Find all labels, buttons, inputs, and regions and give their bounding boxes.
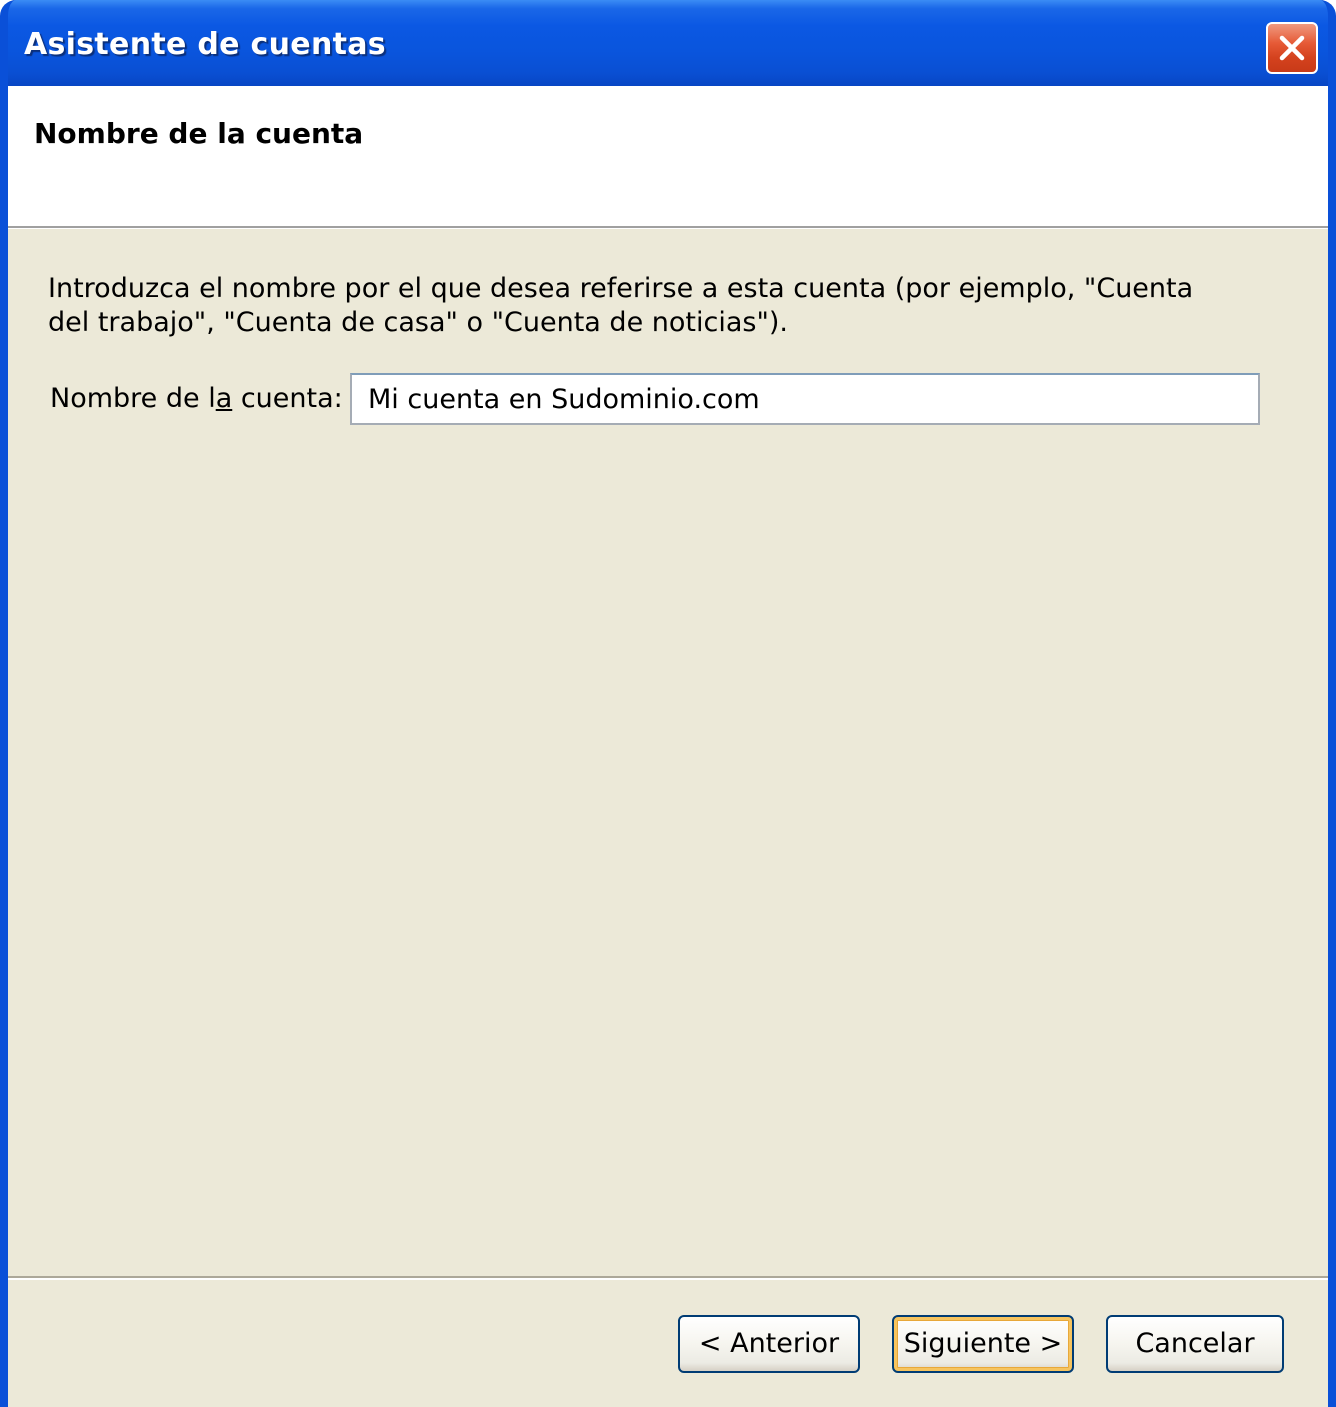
- window-title: Asistente de cuentas: [24, 27, 386, 62]
- account-name-label: Nombre de la cuenta:: [50, 382, 343, 416]
- close-button[interactable]: [1266, 22, 1318, 74]
- account-name-label-start: Nombre de l: [50, 383, 216, 414]
- next-button[interactable]: Siguiente >: [892, 1315, 1074, 1373]
- dialog-content: Nombre de la cuenta Introduzca el nombre…: [8, 86, 1328, 1407]
- account-wizard-window: Asistente de cuentas Nombre de la cuenta…: [0, 0, 1336, 1407]
- title-bar[interactable]: Asistente de cuentas: [8, 0, 1328, 86]
- instructions-text: Introduzca el nombre por el que desea re…: [48, 273, 1194, 338]
- button-area-divider: [8, 1276, 1328, 1280]
- close-icon: [1279, 35, 1305, 61]
- account-name-label-end: cuenta:: [232, 383, 343, 414]
- wizard-header: Nombre de la cuenta: [8, 86, 1328, 228]
- account-name-input[interactable]: [350, 373, 1260, 425]
- access-key-letter: a: [215, 383, 233, 414]
- previous-button[interactable]: < Anterior: [678, 1315, 860, 1373]
- page-title: Nombre de la cuenta: [34, 117, 364, 150]
- cancel-button[interactable]: Cancelar: [1106, 1315, 1284, 1373]
